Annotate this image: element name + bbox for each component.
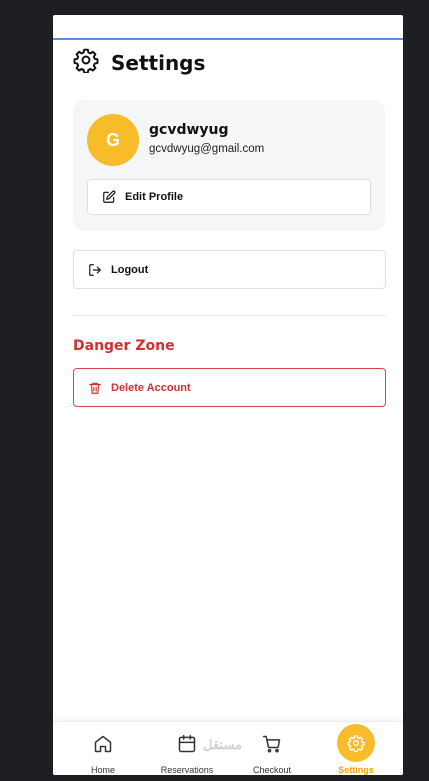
- top-bar: [53, 15, 403, 40]
- nav-item-checkout[interactable]: Checkout: [237, 722, 307, 775]
- delete-account-label: Delete Account: [111, 381, 191, 394]
- logout-button[interactable]: Logout: [73, 250, 386, 289]
- nav-item-settings[interactable]: Settings: [321, 722, 391, 775]
- user-name: gcvdwyug: [149, 122, 229, 138]
- avatar: G: [87, 114, 139, 166]
- gear-icon: [73, 47, 99, 78]
- divider: [73, 315, 386, 316]
- logout-label: Logout: [111, 263, 149, 276]
- nav-label-reservations: Reservations: [160, 765, 214, 775]
- page-header: Settings: [73, 47, 205, 78]
- profile-card: G gcvdwyug gcvdwyug@gmail.com Edit Profi…: [73, 100, 385, 231]
- delete-account-button[interactable]: Delete Account: [73, 368, 386, 407]
- page-title: Settings: [111, 50, 206, 75]
- edit-icon: [102, 190, 116, 204]
- edit-profile-button[interactable]: Edit Profile: [87, 179, 371, 215]
- logout-icon: [88, 263, 102, 277]
- gear-icon: [337, 724, 375, 762]
- cart-icon: [262, 734, 282, 754]
- nav-label-settings: Settings: [338, 765, 374, 775]
- nav-item-home[interactable]: Home: [68, 722, 138, 775]
- edit-profile-label: Edit Profile: [125, 191, 184, 203]
- home-icon: [93, 734, 113, 754]
- watermark: مستقل: [203, 737, 242, 752]
- trash-icon: [88, 381, 102, 395]
- danger-zone-title: Danger Zone: [73, 338, 175, 354]
- user-email: gcvdwyug@gmail.com: [149, 143, 265, 155]
- nav-label-checkout: Checkout: [252, 765, 292, 775]
- app-screen: Settings G gcvdwyug gcvdwyug@gmail.com E…: [53, 15, 403, 775]
- calendar-icon: [177, 734, 197, 754]
- nav-label-home: Home: [90, 765, 115, 775]
